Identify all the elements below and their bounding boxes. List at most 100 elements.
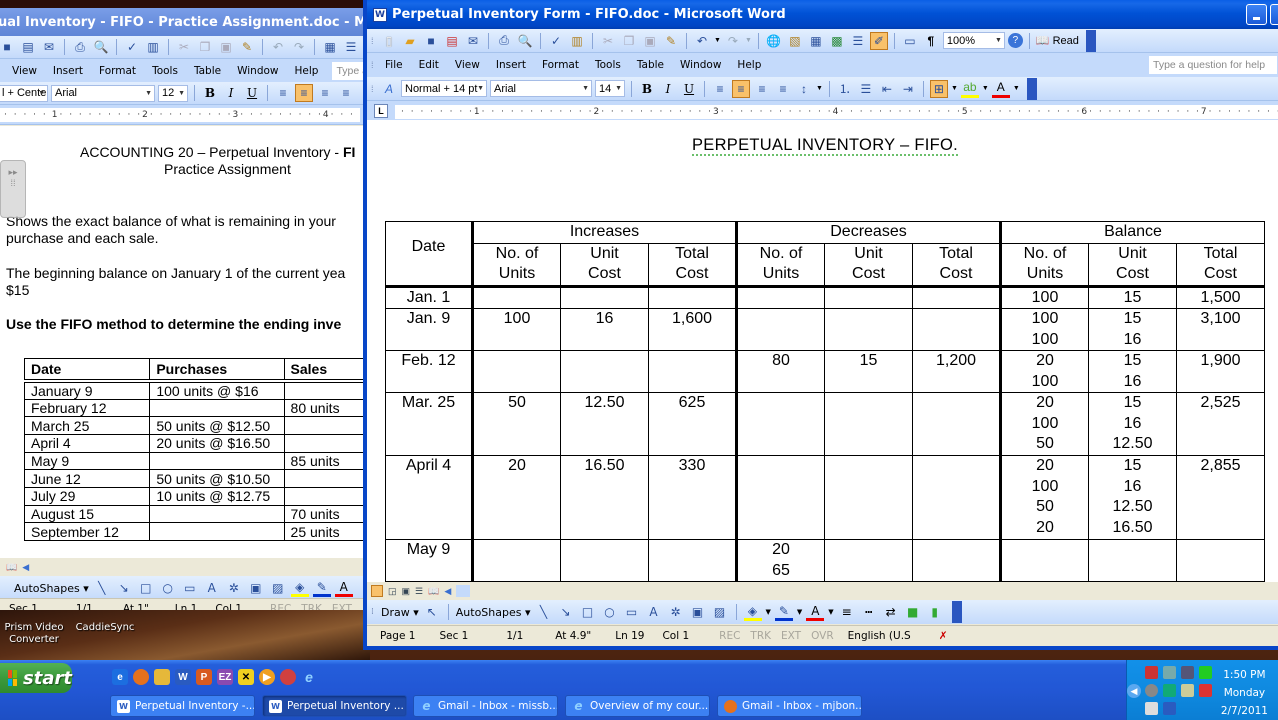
quicklaunch-ie2-icon[interactable]: e [301,669,317,685]
quicklaunch-firefox-icon[interactable] [133,669,149,685]
document-map-icon[interactable]: ▭ [901,32,919,50]
cell-dec-units[interactable] [735,285,825,309]
vertical-scrollbar[interactable] [1270,210,1278,580]
cell-dec-total-cost[interactable] [912,455,1001,540]
italic-icon[interactable]: I [222,84,240,102]
cell-inc-total-cost[interactable] [648,539,737,582]
cell-bal-total-cost[interactable]: 1,900 [1176,350,1265,393]
undo-dropdown-icon[interactable]: ▼ [714,37,721,44]
toolbar-options-icon[interactable] [1026,77,1037,100]
quicklaunch-powerpoint-icon[interactable]: P [196,669,212,685]
scroll-left-icon[interactable]: ◀ [22,562,29,573]
outline-view-icon[interactable]: ☰ [415,586,423,597]
copy-icon[interactable]: ❐ [196,38,214,56]
print-layout-icon[interactable]: ▣ [402,586,411,597]
cut-icon[interactable]: ✂ [599,32,617,50]
cell-inc-unit-cost[interactable]: 16 [560,308,649,351]
research-icon[interactable]: ▥ [568,32,586,50]
word-app-icon[interactable]: W [373,7,387,22]
cell-bal-units[interactable]: 20 100 [999,350,1089,393]
cell-inc-total-cost[interactable]: 625 [648,392,737,456]
spelling-status-icon[interactable]: ✗ [930,630,957,642]
numbering-icon[interactable]: ⒈ [836,80,854,98]
print-icon[interactable]: ⎙ [71,38,89,56]
quicklaunch-word-icon[interactable]: W [175,669,191,685]
arrow-style-icon[interactable]: ⇄ [882,603,900,621]
left-style-select[interactable]: l + Cente ▼ [0,84,48,102]
cell-inc-total-cost[interactable] [648,350,737,393]
line-style-icon[interactable]: ≡ [838,603,856,621]
quicklaunch-folder-icon[interactable] [154,669,170,685]
cell-dec-unit-cost[interactable] [824,455,913,540]
cell-bal-unit-cost[interactable]: 15 16 [1088,308,1177,351]
toolbar-grip[interactable]: ⁞ [371,607,377,617]
cut-icon[interactable]: ✂ [175,38,193,56]
maximize-button[interactable] [1270,4,1278,25]
undo-icon[interactable]: ↶ [693,32,711,50]
menu-table[interactable]: Table [186,63,229,79]
status-rec[interactable]: REC [714,630,745,642]
cell-inc-total-cost[interactable]: 1,600 [648,308,737,351]
status-ovr[interactable]: OVR [806,630,839,642]
cell-bal-total-cost[interactable]: 1,500 [1176,285,1265,309]
wordart-icon[interactable]: A [203,579,221,597]
cell-dec-unit-cost[interactable] [824,285,913,309]
desktop-icon-prism-video-converter[interactable]: Prism Video Converter [4,622,64,646]
tray-flag-icon[interactable] [1145,666,1158,679]
print-preview-icon[interactable]: 🔍 [92,38,110,56]
line-color-icon[interactable]: ✎ [774,603,793,621]
format-painter-icon[interactable]: ✎ [662,32,680,50]
menu-table[interactable]: Table [629,57,672,73]
status-language[interactable]: English (U.S [839,630,920,642]
rectangle-tool-icon[interactable]: □ [137,579,155,597]
desktop-icon-caddiesync[interactable]: CaddieSync [70,622,140,634]
taskbar-button[interactable]: e Gmail - Inbox - missb... [413,695,558,717]
zoom-select[interactable]: 100% ▼ [942,32,1005,49]
taskbar-button[interactable]: W Perpetual Inventory ... [262,695,407,717]
cell-inc-unit-cost[interactable] [560,350,649,393]
cell-row-date[interactable]: Mar. 25 [385,392,473,456]
floating-toolbar-handle[interactable]: ▸▸ ⁞⁞ [0,160,26,218]
font-color-icon[interactable]: A [991,80,1010,98]
bullets-icon[interactable]: ☰ [857,80,875,98]
start-button[interactable]: start [0,663,72,693]
cell-dec-units[interactable] [735,455,825,540]
wordart-icon[interactable]: A [645,603,663,621]
paste-icon[interactable]: ▣ [217,38,235,56]
align-center-icon[interactable]: ≡ [732,79,750,98]
toolbar-grip[interactable]: ⁞ [371,84,377,94]
cell-dec-unit-cost[interactable]: 15 [824,350,913,393]
select-objects-icon[interactable]: ↖ [423,603,441,621]
left-window-titlebar[interactable]: ual Inventory - FIFO - Practice Assignme… [0,8,365,36]
columns-icon[interactable]: ☰ [849,32,867,50]
cell-dec-unit-cost[interactable] [824,392,913,456]
save-icon[interactable]: ■ [422,32,440,50]
menu-view[interactable]: View [447,57,488,73]
cell-row-date[interactable]: Feb. 12 [385,350,473,393]
reading-view-icon[interactable]: 📖 [6,562,17,573]
cell-inc-unit-cost[interactable] [560,285,649,309]
redo-dropdown-icon[interactable]: ▼ [745,37,752,44]
cell-inc-unit-cost[interactable] [560,539,649,582]
align-right-icon[interactable]: ≡ [316,84,334,102]
cell-inc-units[interactable] [471,539,561,582]
undo-icon[interactable]: ↶ [269,38,287,56]
arrow-tool-icon[interactable]: ↘ [557,603,575,621]
tray-app2-icon[interactable] [1181,684,1194,697]
right-style-select[interactable]: Normal + 14 pt ▼ [401,80,487,97]
left-size-select[interactable]: 12 ▼ [158,84,188,102]
cell-bal-units[interactable]: 20 100 50 20 [999,455,1089,540]
highlight-dropdown-icon[interactable]: ▼ [982,85,989,92]
cell-inc-units[interactable]: 50 [471,392,561,456]
quicklaunch-media-icon[interactable]: ▶ [259,669,275,685]
save-icon[interactable]: ■ [0,38,16,56]
underline-icon[interactable]: U [243,84,261,102]
cell-bal-total-cost[interactable]: 3,100 [1176,308,1265,351]
menu-window[interactable]: Window [229,63,286,79]
cell-dec-units[interactable] [735,392,825,456]
cell-bal-unit-cost[interactable]: 15 16 [1088,350,1177,393]
font-color-icon[interactable]: A [806,603,825,621]
clock[interactable]: 1:50 PM Monday 2/7/2011 [1221,666,1268,720]
menu-insert[interactable]: Insert [488,57,534,73]
textbox-tool-icon[interactable]: ▭ [181,579,199,597]
